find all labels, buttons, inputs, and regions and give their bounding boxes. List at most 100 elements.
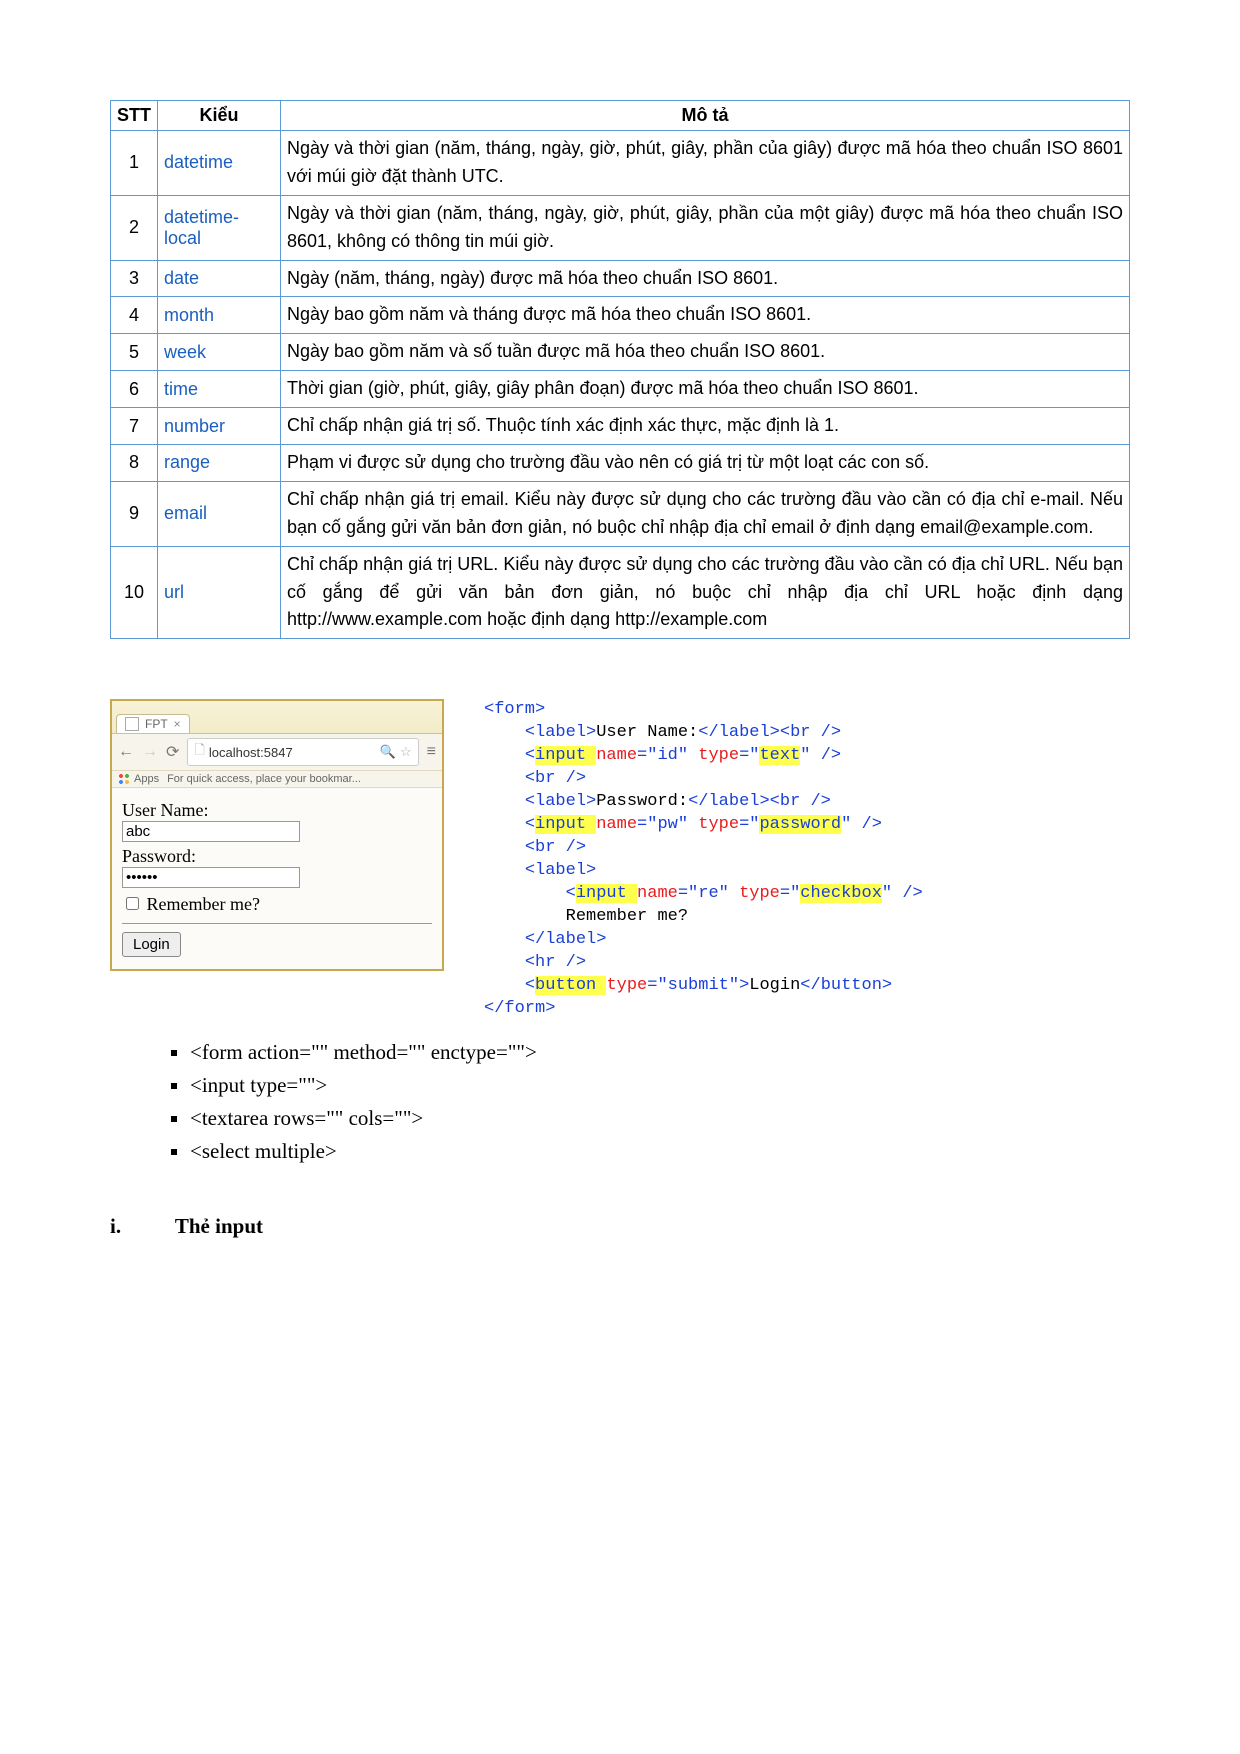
cell-desc: Phạm vi được sử dụng cho trường đầu vào … bbox=[281, 445, 1130, 482]
th-type: Kiểu bbox=[158, 101, 281, 131]
input-types-table: STT Kiểu Mô tả 1 datetime Ngày và thời g… bbox=[110, 100, 1130, 639]
code-hl: input bbox=[535, 746, 596, 765]
label-password: Password: bbox=[122, 846, 432, 867]
login-button[interactable]: Login bbox=[122, 932, 181, 957]
cell-desc: Ngày và thời gian (năm, tháng, ngày, giờ… bbox=[281, 131, 1130, 196]
star-icon[interactable]: ☆ bbox=[400, 744, 412, 760]
code-line: <form> bbox=[484, 700, 545, 719]
cell-stt: 5 bbox=[111, 334, 158, 371]
type-link[interactable]: datetime-local bbox=[164, 207, 239, 248]
code-tag: " /> bbox=[841, 815, 882, 834]
code-tag: ="submit"> bbox=[647, 976, 749, 995]
table-row: 8 range Phạm vi được sử dụng cho trường … bbox=[111, 445, 1130, 482]
code-tag: < bbox=[566, 884, 576, 903]
cell-desc: Chỉ chấp nhận giá trị email. Kiểu này đư… bbox=[281, 481, 1130, 546]
code-tag: <label> bbox=[525, 792, 596, 811]
table-row: 1 datetime Ngày và thời gian (năm, tháng… bbox=[111, 131, 1130, 196]
cell-stt: 4 bbox=[111, 297, 158, 334]
type-link[interactable]: month bbox=[164, 305, 214, 325]
cell-desc: Ngày bao gồm năm và tháng được mã hóa th… bbox=[281, 297, 1130, 334]
code-attr: type bbox=[698, 815, 739, 834]
heading-text: Thẻ input bbox=[175, 1214, 263, 1238]
zoom-icon[interactable]: 🔍 bbox=[380, 744, 396, 760]
address-bar[interactable]: 🗋 localhost:5847 🔍 ☆ bbox=[187, 738, 418, 766]
type-link[interactable]: datetime bbox=[164, 152, 233, 172]
code-tag: <br /> bbox=[525, 769, 586, 788]
table-row: 5 week Ngày bao gồm năm và số tuần được … bbox=[111, 334, 1130, 371]
type-link[interactable]: week bbox=[164, 342, 206, 362]
apps-icon[interactable] bbox=[118, 773, 130, 785]
remember-checkbox[interactable] bbox=[126, 897, 139, 910]
code-hl: input bbox=[535, 815, 596, 834]
cell-desc: Ngày bao gồm năm và số tuần được mã hóa … bbox=[281, 334, 1130, 371]
url-text: localhost:5847 bbox=[209, 745, 293, 760]
type-link[interactable]: time bbox=[164, 379, 198, 399]
apps-bar: Apps For quick access, place your bookma… bbox=[112, 771, 442, 788]
password-input[interactable] bbox=[122, 867, 300, 888]
code-tag: <br /> bbox=[525, 838, 586, 857]
cell-desc: Ngày (năm, tháng, ngày) được mã hóa theo… bbox=[281, 260, 1130, 297]
cell-stt: 2 bbox=[111, 195, 158, 260]
list-item: <select multiple> bbox=[190, 1139, 1130, 1164]
code-text: User Name: bbox=[596, 723, 698, 742]
username-input[interactable] bbox=[122, 821, 300, 842]
browser-tab[interactable]: FPT × bbox=[116, 714, 190, 733]
table-row: 6 time Thời gian (giờ, phút, giây, giây … bbox=[111, 371, 1130, 408]
code-tag: <label> bbox=[525, 861, 596, 880]
th-desc: Mô tả bbox=[281, 101, 1130, 131]
code-tag: </label> bbox=[525, 930, 607, 949]
code-tag: < bbox=[525, 746, 535, 765]
list-item: <form action="" method="" enctype=""> bbox=[190, 1040, 1130, 1065]
tag-list: <form action="" method="" enctype=""> <i… bbox=[150, 1040, 1130, 1164]
type-link[interactable]: url bbox=[164, 582, 184, 602]
th-stt: STT bbox=[111, 101, 158, 131]
code-attr: type bbox=[698, 746, 739, 765]
code-hl: text bbox=[759, 746, 800, 765]
code-tag: <label> bbox=[525, 723, 596, 742]
browser-mock: FPT × ← → ⟳ 🗋 localhost:5847 🔍 ☆ ≡ Apps … bbox=[110, 699, 444, 971]
type-link[interactable]: email bbox=[164, 503, 207, 523]
code-attr: name bbox=[596, 815, 637, 834]
cell-stt: 10 bbox=[111, 546, 158, 639]
code-tag: </label><br /> bbox=[688, 792, 831, 811]
back-icon[interactable]: ← bbox=[118, 743, 134, 761]
code-hl: password bbox=[759, 815, 841, 834]
table-row: 9 email Chỉ chấp nhận giá trị email. Kiể… bbox=[111, 481, 1130, 546]
code-attr: name bbox=[596, 746, 637, 765]
type-link[interactable]: date bbox=[164, 268, 199, 288]
code-tag: " /> bbox=[882, 884, 923, 903]
table-row: 2 datetime-local Ngày và thời gian (năm,… bbox=[111, 195, 1130, 260]
code-tag: ="re" bbox=[678, 884, 739, 903]
cell-stt: 3 bbox=[111, 260, 158, 297]
cell-desc: Chỉ chấp nhận giá trị số. Thuộc tính xác… bbox=[281, 408, 1130, 445]
reload-icon[interactable]: ⟳ bbox=[166, 742, 179, 762]
code-tag: =" bbox=[739, 815, 759, 834]
cell-stt: 7 bbox=[111, 408, 158, 445]
apps-label[interactable]: Apps bbox=[134, 773, 159, 785]
menu-icon[interactable]: ≡ bbox=[427, 743, 436, 761]
table-row: 3 date Ngày (năm, tháng, ngày) được mã h… bbox=[111, 260, 1130, 297]
close-icon[interactable]: × bbox=[174, 717, 181, 731]
remember-label: Remember me? bbox=[147, 894, 260, 914]
toolbar: ← → ⟳ 🗋 localhost:5847 🔍 ☆ ≡ bbox=[112, 734, 442, 771]
code-text: Password: bbox=[596, 792, 688, 811]
code-attr: type bbox=[606, 976, 647, 995]
code-tag: =" bbox=[739, 746, 759, 765]
cell-desc: Ngày và thời gian (năm, tháng, ngày, giờ… bbox=[281, 195, 1130, 260]
code-text: Remember me? bbox=[566, 907, 688, 926]
list-item: <textarea rows="" cols=""> bbox=[190, 1106, 1130, 1131]
code-tag: " /> bbox=[800, 746, 841, 765]
page-content: User Name: Password: Remember me? Login bbox=[112, 788, 442, 969]
type-link[interactable]: range bbox=[164, 452, 210, 472]
tab-title: FPT bbox=[145, 717, 168, 731]
cell-desc: Chỉ chấp nhận giá trị URL. Kiểu này được… bbox=[281, 546, 1130, 639]
code-text: Login bbox=[749, 976, 800, 995]
code-tag: =" bbox=[780, 884, 800, 903]
forward-icon[interactable]: → bbox=[142, 743, 158, 761]
apps-hint: For quick access, place your bookmar... bbox=[167, 773, 361, 785]
section-heading: i. Thẻ input bbox=[110, 1214, 1130, 1239]
cell-stt: 6 bbox=[111, 371, 158, 408]
list-item: <input type=""> bbox=[190, 1073, 1130, 1098]
type-link[interactable]: number bbox=[164, 416, 225, 436]
code-tag: <hr /> bbox=[525, 953, 586, 972]
